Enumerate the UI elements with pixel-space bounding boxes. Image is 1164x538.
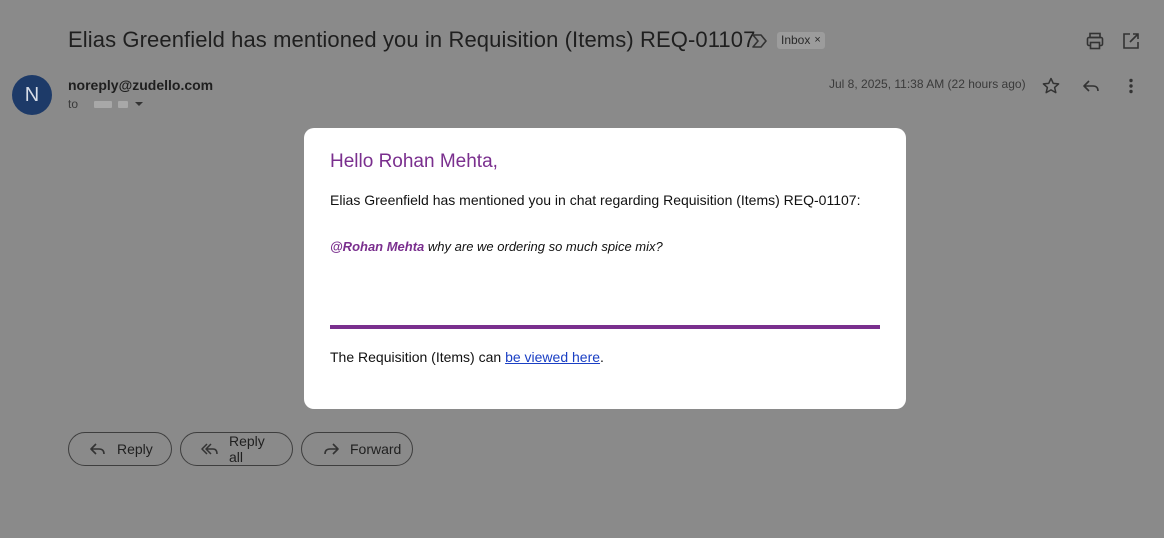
recipients-dropdown-icon[interactable] [134,101,144,107]
more-vert-icon[interactable] [1120,75,1142,97]
sender-avatar[interactable]: N [12,75,52,115]
mention-intro-text: Elias Greenfield has mentioned you in ch… [330,192,861,208]
redacted-recipient [118,100,129,108]
mention-message-text: why are we ordering so much spice mix? [424,239,663,254]
print-icon[interactable] [1084,30,1106,52]
forward-button[interactable]: Forward [301,432,413,466]
reply-all-label: Reply all [229,433,265,465]
recipients-line[interactable]: to [68,97,144,111]
important-marker-icon[interactable] [750,33,768,49]
sender-email[interactable]: noreply@zudello.com [68,77,213,93]
view-requisition-link[interactable]: be viewed here [505,349,600,365]
reply-all-arrow-icon [201,441,219,457]
inbox-label-chip: Inbox × [777,32,825,49]
redacted-recipient [94,100,113,108]
reply-label: Reply [117,441,153,457]
forward-label: Forward [350,441,402,457]
reply-icon[interactable] [1080,75,1102,97]
email-date: Jul 8, 2025, 11:38 AM (22 hours ago) [829,77,1026,91]
inbox-label-text: Inbox [781,33,811,47]
forward-arrow-icon [322,441,340,457]
to-label: to [68,97,79,111]
footer-suffix: . [600,349,604,365]
email-body-card: Hello Rohan Mehta, Elias Greenfield has … [304,128,906,409]
star-icon[interactable] [1040,75,1062,97]
email-subject: Elias Greenfield has mentioned you in Re… [68,27,756,52]
greeting-heading: Hello Rohan Mehta, [330,151,498,172]
open-in-new-window-icon[interactable] [1120,30,1142,52]
footer-prefix: The Requisition (Items) can [330,349,506,365]
reply-all-button[interactable]: Reply all [180,432,293,466]
reply-button[interactable]: Reply [68,432,172,466]
section-divider [330,325,880,329]
mentioned-user: @Rohan Mehta [330,239,425,254]
footer-text: The Requisition (Items) can be viewed he… [330,349,604,365]
reply-arrow-icon [89,441,107,457]
remove-label-icon[interactable]: × [814,32,820,49]
mention-message: @Rohan Mehta why are we ordering so much… [330,239,663,254]
